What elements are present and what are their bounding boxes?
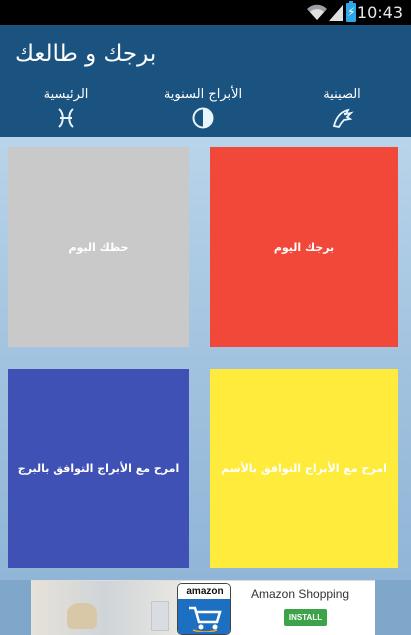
compatibility-by-name-tile[interactable]: امرح مع الأبراج التوافق بالأسم [210,369,398,568]
clock: 10:43 [356,3,403,22]
app-title: برجك و طالعك [15,41,157,67]
compatibility-by-name-label: امرح مع الأبراج التوافق بالأسم [221,462,387,475]
ad-brand-label: amazon [178,584,230,599]
pisces-icon [54,106,78,130]
ad-app-name: Amazon Shopping [251,587,350,601]
daily-luck-label: حظك اليوم [68,240,129,254]
daily-luck-tile[interactable]: حظك اليوم [8,147,189,347]
tab-yearly-horoscopes[interactable]: الأبراج السنوية [155,87,251,137]
cart-icon [178,599,230,634]
daily-sign-tile[interactable]: برجك اليوم [210,147,398,347]
daily-sign-label: برجك اليوم [273,240,335,254]
main-grid: حظك اليوم برجك اليوم امرح مع الأبراج الت… [0,137,411,580]
amazon-app-icon: amazon [177,583,231,635]
tab-chinese[interactable]: الصينية [312,87,372,137]
tab-main[interactable]: الرئيسية [38,87,94,137]
signal-icon [329,5,343,21]
wifi-icon [307,4,327,20]
battery-icon: ⚡ [346,1,356,22]
compatibility-by-sign-label: امرح مع الأبراج التوافق بالبرج [17,462,180,475]
tab-chinese-label: الصينية [323,87,361,102]
status-bar: ⚡ 10:43 [0,0,411,25]
half-moon-icon [191,106,215,130]
ad-banner[interactable]: amazon Amazon Shopping INSTALL [31,580,375,635]
app-bar: برجك و طالعك الصينية الأبراج السنوية الر… [0,25,411,137]
compatibility-by-sign-tile[interactable]: امرح مع الأبراج التوافق بالبرج [8,369,189,568]
tab-yearly-label: الأبراج السنوية [163,87,243,102]
ad-area: amazon Amazon Shopping INSTALL [0,580,411,635]
ad-photo [31,581,181,635]
dragon-icon [330,106,354,130]
ad-photo-object [151,601,169,631]
tab-bar: الصينية الأبراج السنوية الرئيسية [0,87,411,137]
ad-photo-person [67,603,97,629]
ad-install-button[interactable]: INSTALL [284,609,327,626]
tab-main-label: الرئيسية [43,87,89,102]
